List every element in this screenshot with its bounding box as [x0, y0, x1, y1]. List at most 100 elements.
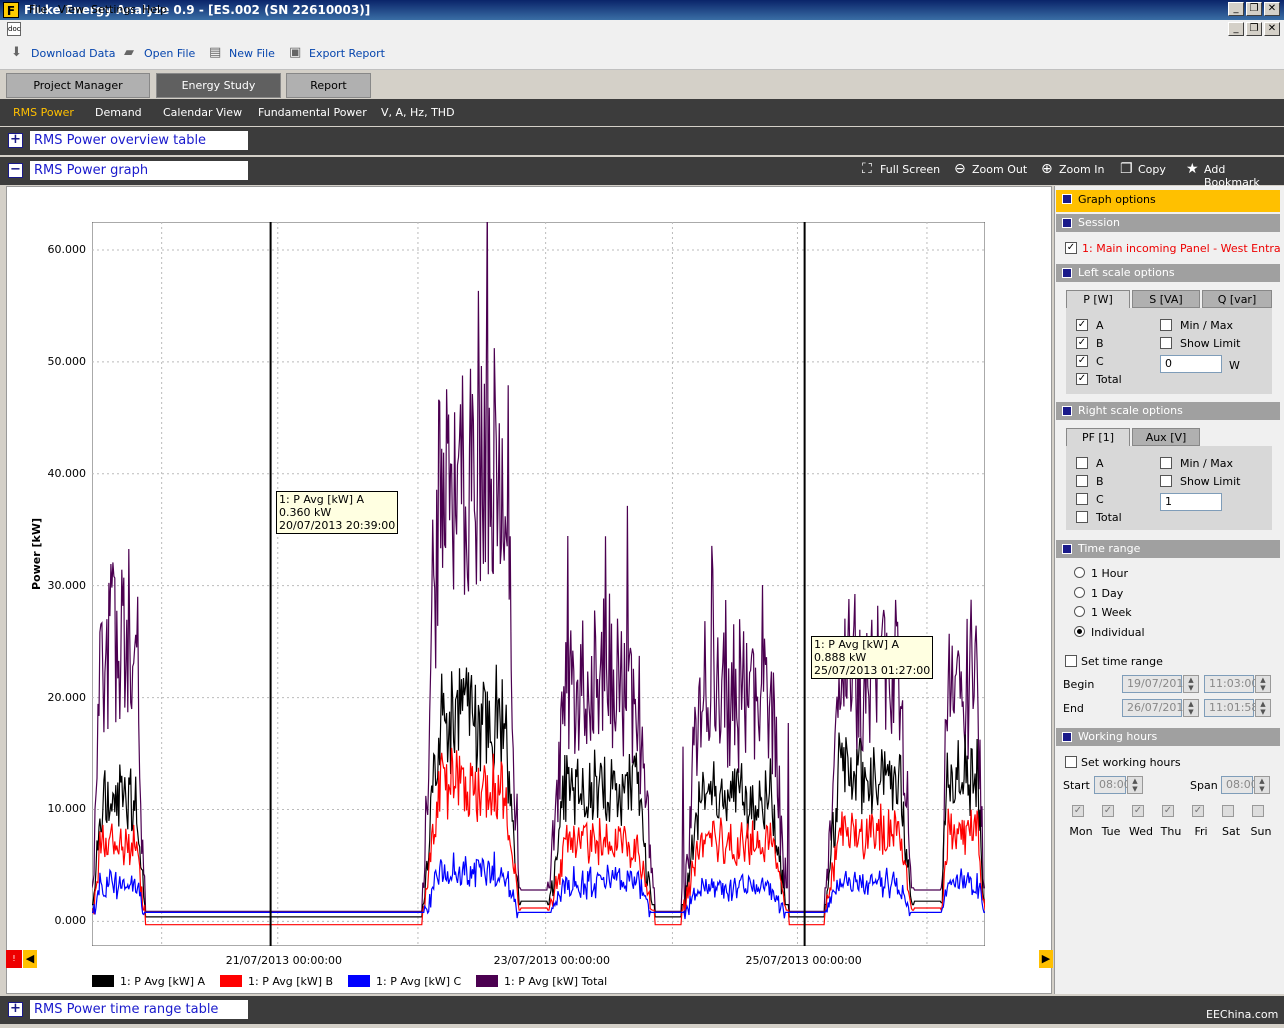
day-checkbox-4[interactable]: ✓	[1192, 805, 1204, 817]
zoom-in-icon: ⊕	[1041, 161, 1053, 177]
start-time-input[interactable]: 08:00	[1094, 776, 1131, 794]
doc-close-button[interactable]: ✕	[1264, 22, 1280, 36]
subnav-vahz-thd[interactable]: V, A, Hz, THD	[381, 106, 455, 119]
end-time-spinner[interactable]: ▲ ▼	[1255, 699, 1271, 717]
day-checkbox-3[interactable]: ✓	[1162, 805, 1174, 817]
time-range-header[interactable]: Time range	[1056, 540, 1280, 558]
end-date-spinner[interactable]: ▲ ▼	[1183, 699, 1199, 717]
set-time-range-label: Set time range	[1081, 655, 1163, 668]
day-checkbox-5[interactable]	[1222, 805, 1234, 817]
menu-file[interactable]: File	[29, 3, 47, 16]
rms-power-chart[interactable]	[92, 222, 985, 946]
scroll-left-icon[interactable]: ◀	[23, 950, 37, 968]
close-button[interactable]: ✕	[1264, 2, 1280, 16]
x-tick-label: 21/07/2013 00:00:00	[225, 954, 343, 967]
day-checkbox-0[interactable]: ✓	[1072, 805, 1084, 817]
end-date-input[interactable]: 26/07/2013	[1122, 699, 1190, 717]
begin-date-spinner[interactable]: ▲ ▼	[1183, 675, 1199, 693]
legend-swatch	[92, 975, 114, 987]
right-limit-input[interactable]: 1	[1160, 493, 1222, 511]
tab-aux-v[interactable]: Aux [V]	[1132, 428, 1200, 446]
session-header[interactable]: Session	[1056, 214, 1280, 232]
right-phase-checkbox-3[interactable]	[1076, 511, 1088, 523]
restore-button[interactable]: ❐	[1246, 2, 1262, 16]
right-scale-header[interactable]: Right scale options	[1056, 402, 1280, 420]
day-checkbox-2[interactable]: ✓	[1132, 805, 1144, 817]
set-working-hours-checkbox[interactable]	[1065, 756, 1077, 768]
copy-button[interactable]: ❐ Copy	[1120, 161, 1166, 177]
time-range-radio-2[interactable]	[1074, 606, 1085, 617]
time-range-label: 1 Week	[1091, 606, 1132, 619]
doc-minimize-button[interactable]: _	[1228, 22, 1244, 36]
expand-time-range-table-button[interactable]: +	[8, 1002, 23, 1017]
y-tick-label: 40.000	[47, 466, 87, 480]
begin-date-input[interactable]: 19/07/2013	[1122, 675, 1190, 693]
graph-options-header[interactable]: Graph options	[1056, 190, 1280, 212]
new-file-icon: ▤	[209, 45, 222, 60]
menu-settings[interactable]: Settings	[91, 3, 136, 16]
subnav-calendar-view[interactable]: Calendar View	[163, 106, 242, 119]
right-show-limit-checkbox[interactable]	[1160, 475, 1172, 487]
left-show-limit-checkbox[interactable]	[1160, 337, 1172, 349]
left-phase-label: B	[1096, 337, 1104, 350]
time-range-radio-3[interactable]	[1074, 625, 1085, 637]
day-checkbox-6[interactable]	[1252, 805, 1264, 817]
left-phase-checkbox-0[interactable]: ✓	[1076, 319, 1088, 331]
tab-s-va[interactable]: S [VA]	[1132, 290, 1200, 308]
collapse-icon	[1062, 544, 1072, 554]
set-time-range-checkbox[interactable]	[1065, 655, 1077, 667]
subnav-rms-power[interactable]: RMS Power	[13, 106, 74, 119]
working-hours-header[interactable]: Working hours	[1056, 728, 1280, 746]
right-phase-checkbox-0[interactable]	[1076, 457, 1088, 469]
scroll-right-icon[interactable]: ▶	[1039, 950, 1053, 968]
day-checkbox-1[interactable]: ✓	[1102, 805, 1114, 817]
tab-energy-study[interactable]: Energy Study	[156, 73, 281, 98]
day-label: Mon	[1069, 825, 1093, 838]
full-screen-button[interactable]: ⛶ Full Screen	[862, 161, 940, 177]
right-phase-label: Total	[1096, 511, 1122, 524]
menu-view[interactable]: View	[58, 3, 84, 16]
begin-time-input[interactable]: 11:03:00	[1204, 675, 1258, 693]
open-file-button[interactable]: ▰ Open File	[124, 45, 195, 60]
tab-pf[interactable]: PF [1]	[1066, 428, 1130, 446]
end-time-input[interactable]: 11:01:58	[1204, 699, 1258, 717]
day-label: Sat	[1221, 825, 1241, 838]
title-bar: Fluke Energy Analyze 0.9 - [ES.002 (SN 2…	[0, 0, 1284, 20]
time-range-radio-1[interactable]	[1074, 586, 1085, 598]
begin-time-spinner[interactable]: ▲ ▼	[1255, 675, 1271, 693]
left-phase-checkbox-1[interactable]: ✓	[1076, 337, 1088, 349]
new-file-button[interactable]: ▤ New File	[209, 45, 275, 60]
document-icon[interactable]: doc	[7, 22, 21, 36]
collapse-graph-button[interactable]: −	[8, 163, 23, 178]
menu-help[interactable]: Help	[142, 3, 167, 16]
tab-p-watts[interactable]: P [W]	[1066, 290, 1130, 308]
left-phase-checkbox-3[interactable]: ✓	[1076, 373, 1088, 385]
left-scale-header[interactable]: Left scale options	[1056, 264, 1280, 282]
subnav-demand[interactable]: Demand	[95, 106, 142, 119]
span-time-input[interactable]: 08:00	[1221, 776, 1258, 794]
download-data-button[interactable]: ⬇ Download Data	[11, 45, 115, 60]
left-minmax-checkbox[interactable]	[1160, 319, 1172, 331]
right-phase-checkbox-1[interactable]	[1076, 475, 1088, 487]
time-range-radio-0[interactable]	[1074, 567, 1085, 578]
expand-overview-button[interactable]: +	[8, 133, 23, 148]
start-time-spinner[interactable]: ▲ ▼	[1127, 776, 1143, 794]
tab-project-manager[interactable]: Project Manager	[6, 73, 150, 98]
doc-restore-button[interactable]: ❐	[1246, 22, 1262, 36]
export-report-button[interactable]: ▣ Export Report	[289, 45, 385, 60]
span-time-spinner[interactable]: ▲ ▼	[1254, 776, 1270, 794]
session-checkbox[interactable]: ✓	[1065, 242, 1077, 254]
right-phase-label: C	[1096, 493, 1104, 506]
left-limit-input[interactable]: 0	[1160, 355, 1222, 373]
subnav-fundamental-power[interactable]: Fundamental Power	[258, 106, 367, 119]
bookmark-marker-icon[interactable]: !	[6, 950, 22, 968]
left-phase-checkbox-2[interactable]: ✓	[1076, 355, 1088, 367]
zoom-out-button[interactable]: ⊖ Zoom Out	[954, 161, 1027, 177]
right-phase-checkbox-2[interactable]	[1076, 493, 1088, 505]
zoom-in-button[interactable]: ⊕ Zoom In	[1041, 161, 1104, 177]
tab-report[interactable]: Report	[286, 73, 371, 98]
minimize-button[interactable]: _	[1228, 2, 1244, 16]
right-minmax-checkbox[interactable]	[1160, 457, 1172, 469]
set-working-hours-label: Set working hours	[1081, 756, 1181, 769]
tab-q-var[interactable]: Q [var]	[1202, 290, 1272, 308]
